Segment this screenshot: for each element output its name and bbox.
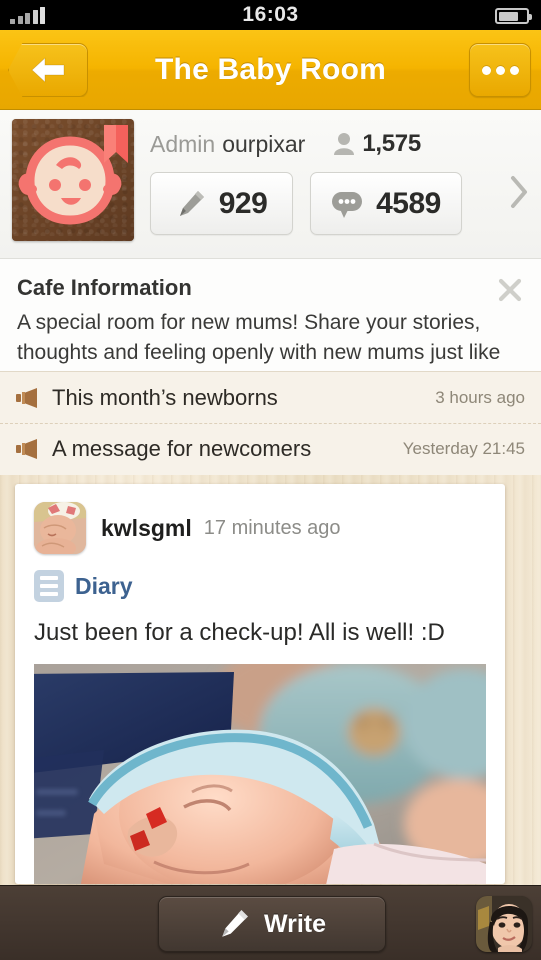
speech-bubble-icon <box>332 191 363 218</box>
posts-count: 929 <box>218 186 268 220</box>
battery-icon <box>495 8 532 24</box>
notice-row[interactable]: A message for newcomers Yesterday 21:45 <box>0 423 541 474</box>
close-x-icon[interactable] <box>493 273 527 307</box>
more-button[interactable] <box>469 43 531 97</box>
post-header: kwlsgml 17 minutes ago <box>34 502 341 554</box>
baby-face-cafe-icon[interactable] <box>12 119 134 241</box>
notice-title: This month’s newborns <box>52 384 278 410</box>
user-profile-avatar[interactable] <box>476 896 532 952</box>
more-dots-icon <box>481 65 491 75</box>
megaphone-icon <box>16 439 37 459</box>
bottom-toolbar: Write <box>0 885 541 960</box>
nav-bar: The Baby Room <box>0 30 541 110</box>
post-time: 17 minutes ago <box>203 516 341 539</box>
status-time: 16:03 <box>242 3 299 26</box>
notice-time: Yesterday 21:45 <box>402 439 525 458</box>
app-screen: 16:03 The Baby Room Admin ourpixar 1,575… <box>0 0 541 960</box>
post-feed: kwlsgml 17 minutes ago Diary Just been f… <box>0 475 541 885</box>
notice-time: 3 hours ago <box>435 387 525 407</box>
admin-line: Admin ourpixar 1,575 <box>150 130 421 158</box>
board-list-icon <box>34 570 64 602</box>
cafe-information-title: Cafe Information <box>17 275 192 300</box>
comments-count-button[interactable]: 4589 <box>310 172 462 235</box>
notice-list: This month’s newborns 3 hours ago A mess… <box>0 371 541 475</box>
status-bar: 16:03 <box>0 0 541 30</box>
post-author: kwlsgml <box>101 514 192 541</box>
cafe-header: Admin ourpixar 1,575 929 4589 <box>0 110 541 258</box>
signal-bars-icon <box>10 6 45 24</box>
back-arrow-icon <box>31 57 65 83</box>
post-board-link[interactable]: Diary <box>34 570 133 602</box>
sleeping-newborn-photo[interactable] <box>34 664 486 884</box>
post-card[interactable]: kwlsgml 17 minutes ago Diary Just been f… <box>15 484 505 884</box>
pencil-icon <box>179 190 204 216</box>
admin-label: Admin <box>150 130 216 157</box>
cafe-information-section: Cafe Information A special room for new … <box>0 258 541 394</box>
chevron-right-icon[interactable] <box>508 174 530 210</box>
sleeping-baby-avatar[interactable] <box>34 502 86 554</box>
member-count: 1,575 <box>362 130 421 157</box>
pencil-icon <box>222 910 248 937</box>
admin-name: ourpixar <box>222 130 306 157</box>
member-count-block: 1,575 <box>333 130 421 158</box>
post-board-name: Diary <box>75 572 133 599</box>
notice-title: A message for newcomers <box>52 436 312 461</box>
post-text: Just been for a check-up! All is well! :… <box>34 619 445 646</box>
back-button[interactable] <box>8 43 88 97</box>
write-label: Write <box>263 909 327 938</box>
posts-count-button[interactable]: 929 <box>150 172 293 235</box>
notice-row[interactable]: This month’s newborns 3 hours ago <box>0 372 541 423</box>
comments-count: 4589 <box>376 186 441 220</box>
megaphone-icon <box>16 387 37 408</box>
write-button[interactable]: Write <box>158 896 386 952</box>
person-icon <box>334 133 355 155</box>
